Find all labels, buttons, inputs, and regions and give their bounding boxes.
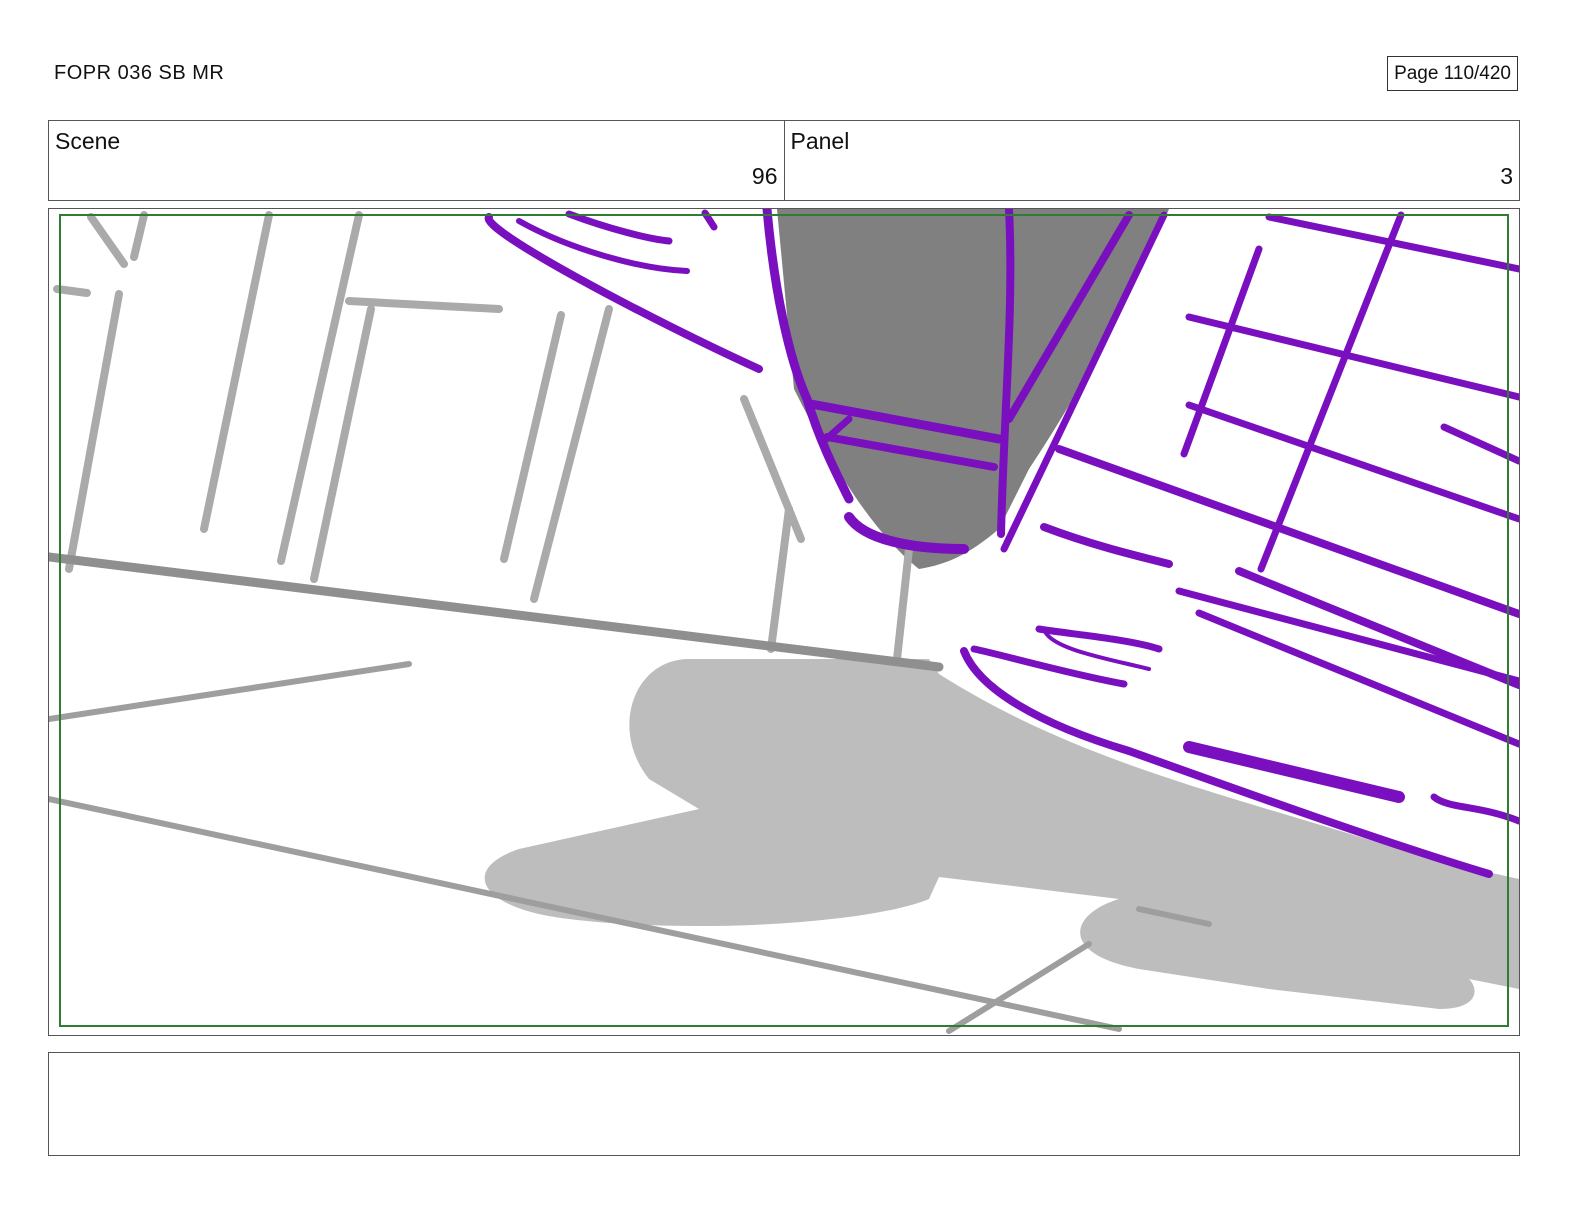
storyboard-frame <box>48 208 1520 1036</box>
page-number: Page 110/420 <box>1387 56 1518 91</box>
scene-cell: Scene 96 <box>49 121 784 200</box>
panel-label: Panel <box>790 128 850 154</box>
scene-label: Scene <box>55 128 121 154</box>
panel-cell: Panel 3 <box>783 121 1520 200</box>
panel-number: 3 <box>1500 163 1513 189</box>
notes-area <box>48 1052 1520 1156</box>
scene-number: 96 <box>751 163 778 189</box>
background-lines <box>53 211 913 663</box>
panel-header: Scene 96 Panel 3 <box>48 120 1520 201</box>
storyboard-drawing <box>49 209 1519 1034</box>
dark-cone <box>777 209 1169 569</box>
document-title: FOPR 036 SB MR <box>54 62 225 84</box>
ground-lines <box>49 552 944 672</box>
